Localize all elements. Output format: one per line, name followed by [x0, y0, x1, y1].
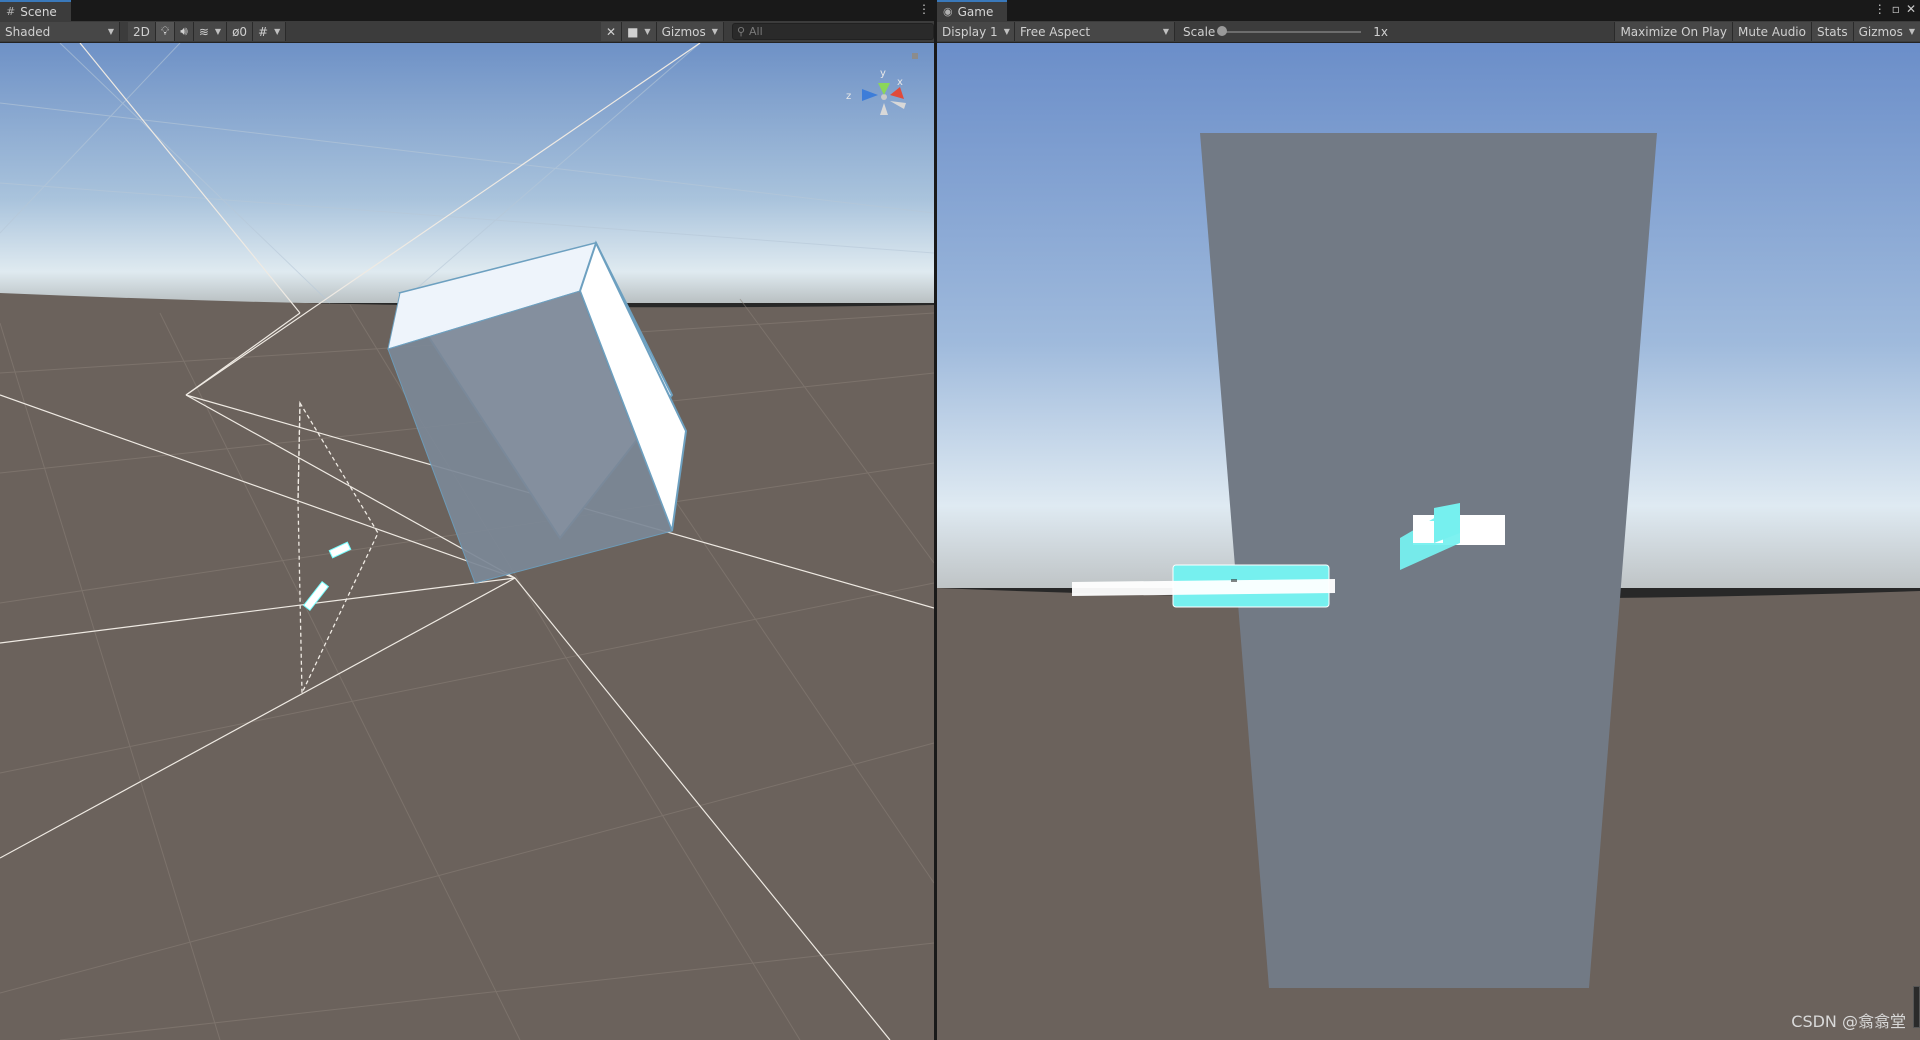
chevron-down-icon: ▼: [1908, 27, 1915, 36]
scene-view-canvas[interactable]: y z x: [0, 43, 934, 1040]
grid-snap-dropdown[interactable]: # ▼: [253, 22, 287, 41]
lock-icon[interactable]: [912, 53, 918, 59]
grid-snap-icon: #: [258, 24, 269, 39]
chevron-down-icon: ▼: [1003, 27, 1010, 36]
hidden-count: 0: [239, 24, 248, 39]
gamepad-icon: ◉: [943, 5, 953, 18]
close-icon[interactable]: ✕: [1906, 2, 1916, 16]
stats-label: Stats: [1816, 24, 1848, 39]
chevron-down-icon: ▼: [274, 27, 281, 36]
game-gizmos-dropdown[interactable]: Gizmos ▼: [1853, 22, 1920, 41]
chevron-down-icon: ▼: [644, 27, 651, 36]
toggle-2d-button[interactable]: 2D: [128, 22, 156, 41]
mute-audio-label: Mute Audio: [1738, 24, 1806, 39]
lighting-toggle[interactable]: 💡︎: [155, 22, 176, 41]
game-viewport[interactable]: CSDN @翕翕堂: [937, 43, 1920, 1040]
scale-value: 1x: [1373, 24, 1389, 39]
scene-toolbar: Shaded ▼ 2D 💡︎ 🔊︎ ≋ ▼ ø 0 # ▼ ✕ ■ ▼ Gizm…: [0, 21, 934, 43]
tab-scene[interactable]: # Scene: [0, 0, 71, 21]
scale-slider-knob[interactable]: [1217, 25, 1228, 36]
chevron-down-icon: ▼: [711, 27, 718, 36]
light-icon: 💡︎: [160, 24, 170, 38]
game-tab-label: Game: [957, 4, 994, 19]
game-tabbar: ◉ Game ⋮ ▫ ✕: [937, 0, 1920, 21]
display-dropdown[interactable]: Display 1 ▼: [937, 22, 1015, 41]
scale-label: Scale: [1183, 24, 1216, 39]
grid-icon: #: [6, 5, 16, 18]
watermark: CSDN @翕翕堂: [1791, 1012, 1906, 1031]
gizmo-axis-x: x: [897, 77, 903, 88]
aspect-label: Free Aspect: [1020, 24, 1091, 39]
scene-search[interactable]: ⚲: [731, 23, 934, 40]
kebab-icon[interactable]: ⋮: [1874, 2, 1886, 16]
scene-tabbar: # Scene ⋮: [0, 0, 934, 21]
audio-meter: [1913, 986, 1920, 1028]
ui-canvas-background: [1200, 133, 1657, 988]
shading-mode-dropdown[interactable]: Shaded ▼: [0, 22, 120, 41]
kebab-icon[interactable]: ⋮: [918, 2, 930, 16]
toggle-2d-label: 2D: [133, 24, 150, 39]
scene-gizmos-label: Gizmos: [661, 24, 706, 39]
game-gizmos-label: Gizmos: [1858, 24, 1903, 39]
camera-dropdown[interactable]: ■ ▼: [622, 22, 657, 41]
visibility-icon: ø: [232, 24, 240, 39]
gizmo-axis-y: y: [880, 68, 886, 79]
effects-icon: ≋: [198, 24, 209, 39]
maximize-icon[interactable]: ▫: [1892, 2, 1900, 16]
tools-button[interactable]: ✕: [601, 22, 623, 41]
chevron-down-icon: ▼: [107, 27, 114, 36]
display-label: Display 1: [942, 24, 998, 39]
scene-gizmos-dropdown[interactable]: Gizmos ▼: [656, 22, 724, 41]
chevron-down-icon: ▼: [214, 27, 222, 36]
effects-dropdown[interactable]: ≋ ▼: [193, 22, 228, 41]
scene-panel: # Scene ⋮ Shaded ▼ 2D 💡︎ 🔊︎ ≋ ▼ ø 0 # ▼ …: [0, 0, 934, 1040]
maximize-on-play-button[interactable]: Maximize On Play: [1614, 22, 1734, 41]
hidden-objects-toggle[interactable]: ø 0: [227, 22, 254, 41]
gizmo-axis-z: z: [846, 91, 851, 102]
aspect-dropdown[interactable]: Free Aspect ▼: [1015, 22, 1175, 41]
shading-mode-label: Shaded: [5, 24, 51, 39]
mute-audio-button[interactable]: Mute Audio: [1733, 22, 1812, 41]
maximize-on-play-label: Maximize On Play: [1620, 24, 1728, 39]
scale-control: Scale 1x: [1175, 22, 1393, 41]
game-toolbar: Display 1 ▼ Free Aspect ▼ Scale 1x Maxim…: [937, 21, 1920, 43]
search-icon: ⚲: [736, 25, 745, 38]
scene-tab-label: Scene: [20, 4, 57, 19]
camera-icon: ■: [627, 24, 639, 39]
stats-button[interactable]: Stats: [1811, 22, 1854, 41]
audio-toggle[interactable]: 🔊︎: [175, 22, 194, 41]
chevron-down-icon: ▼: [1162, 27, 1169, 36]
game-tab-controls: ⋮ ▫ ✕: [1874, 2, 1916, 16]
scale-slider[interactable]: [1217, 25, 1362, 36]
scene-viewport[interactable]: y z x: [0, 43, 934, 1040]
audio-icon: 🔊︎: [180, 24, 188, 38]
game-view-canvas[interactable]: [937, 43, 1920, 1040]
game-panel: ◉ Game ⋮ ▫ ✕ Display 1 ▼ Free Aspect ▼ S…: [937, 0, 1920, 1040]
scene-search-input[interactable]: [745, 25, 929, 38]
scene-sky: [0, 43, 934, 303]
tools-icon: ✕: [606, 24, 617, 39]
scene-tab-menu[interactable]: ⋮: [918, 2, 930, 16]
tab-game[interactable]: ◉ Game: [937, 0, 1008, 21]
